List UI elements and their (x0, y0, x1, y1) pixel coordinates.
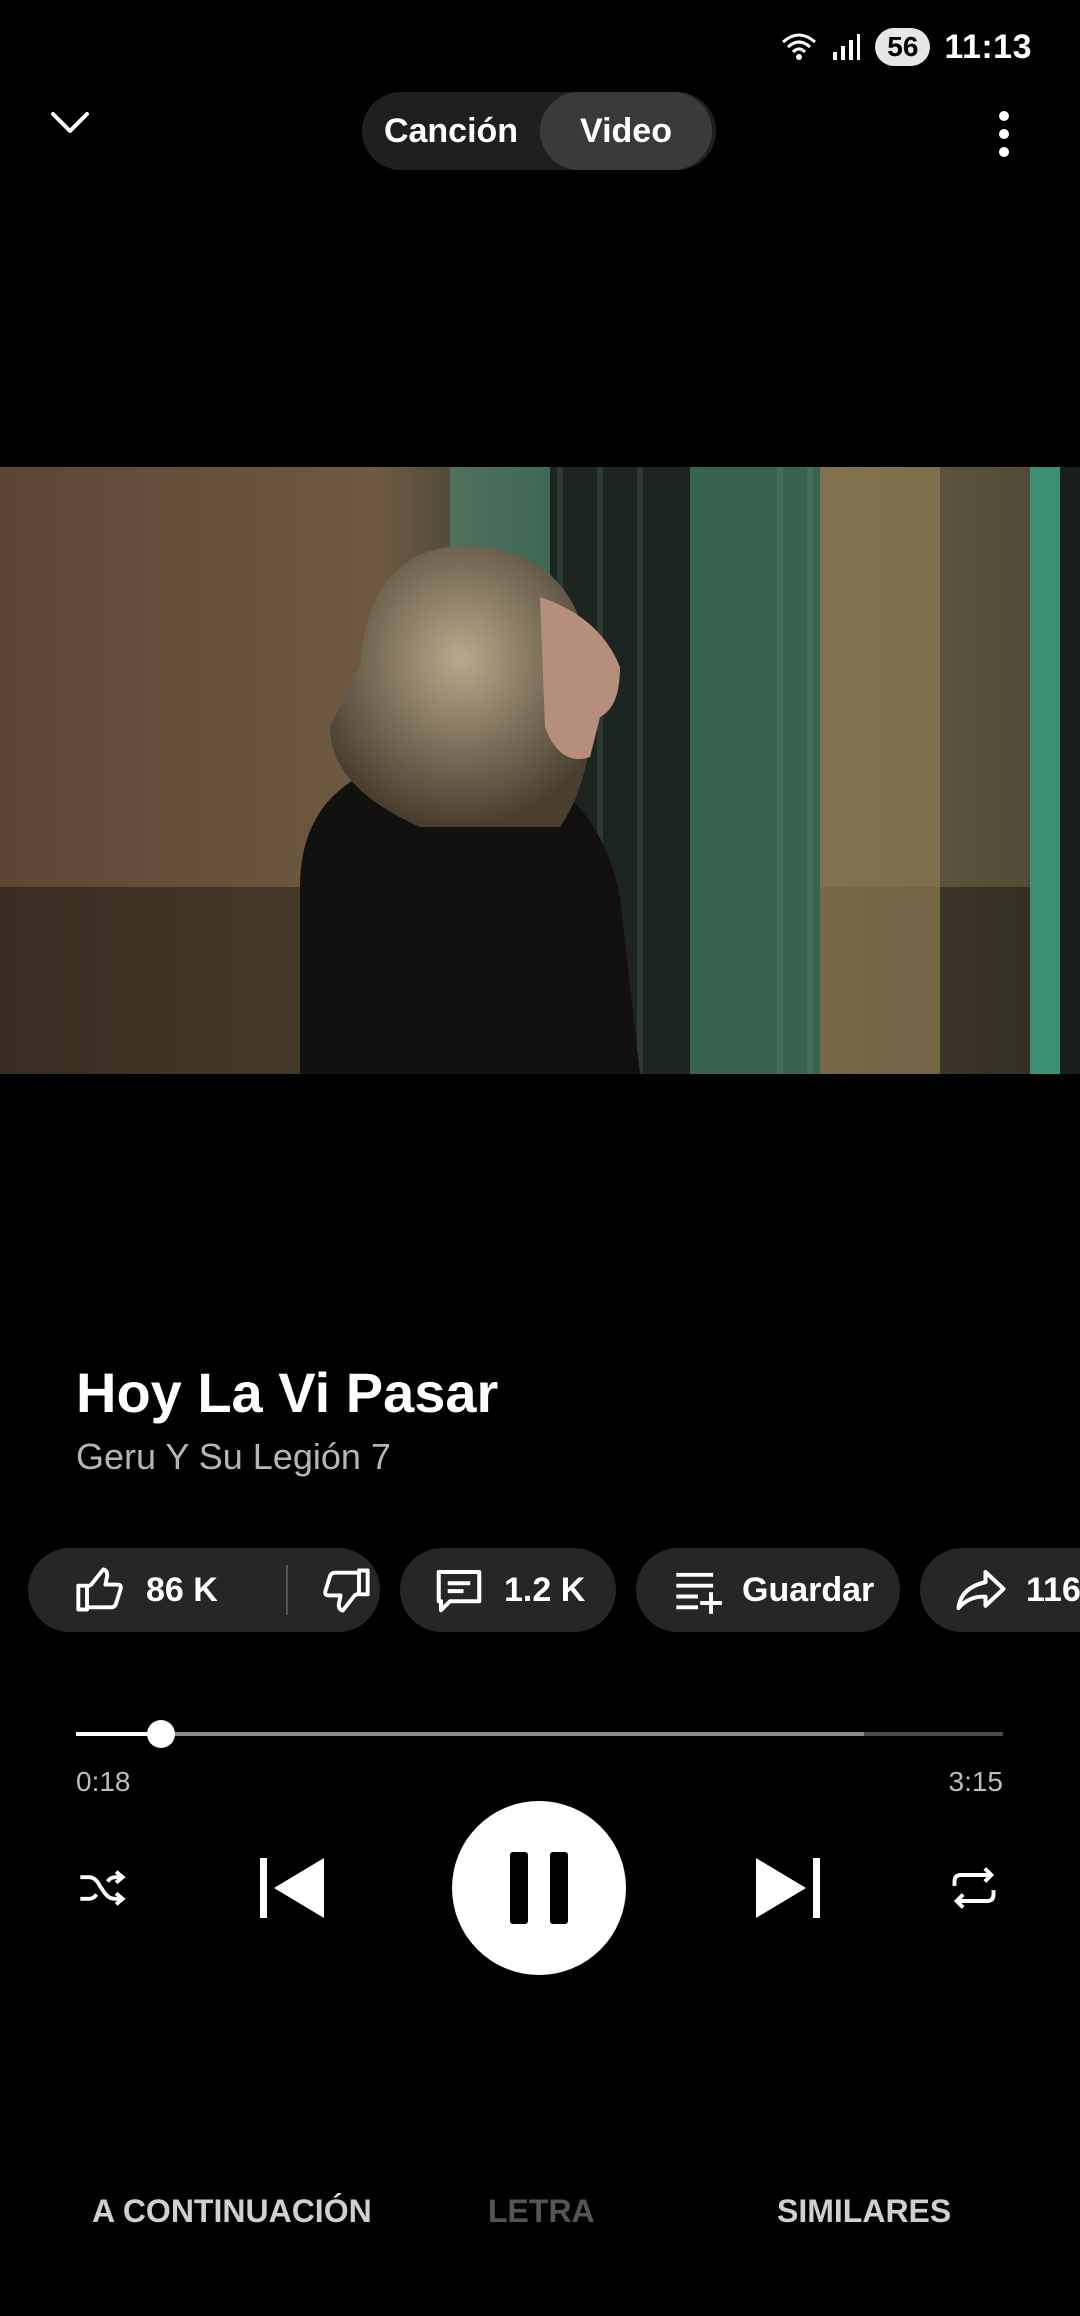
total-time: 3:15 (948, 1766, 1004, 1797)
current-time: 0:18 (76, 1766, 131, 1797)
shares-count: 116 (1026, 1570, 1080, 1609)
video-frame (0, 467, 1080, 1074)
previous-icon (260, 1858, 324, 1918)
more-options-button[interactable] (990, 108, 1018, 160)
likes-count: 86 K (146, 1570, 218, 1609)
pause-button[interactable] (452, 1801, 626, 1975)
comments-button[interactable]: 1.2 K (400, 1548, 616, 1632)
dislike-button[interactable] (288, 1564, 372, 1616)
previous-button[interactable] (258, 1856, 328, 1920)
wifi-icon (782, 33, 817, 60)
track-artist[interactable]: Geru Y Su Legión 7 (76, 1436, 391, 1478)
seek-thumb[interactable] (147, 1720, 176, 1748)
collapse-button[interactable] (50, 110, 110, 160)
buffer-bar (76, 1732, 864, 1736)
video-player[interactable] (0, 467, 1080, 1074)
song-video-toggle: Canción Video (362, 92, 716, 170)
clock: 11:13 (944, 27, 1032, 66)
status-bar: 56 11:13 (781, 22, 1032, 72)
next-icon (756, 1858, 820, 1918)
like-button[interactable]: 86 K (28, 1564, 286, 1616)
like-dislike-chip: 86 K (28, 1548, 380, 1632)
shuffle-button[interactable] (74, 1862, 134, 1914)
save-label: Guardar (742, 1570, 875, 1609)
toggle-video[interactable]: Video (540, 92, 712, 170)
share-button[interactable]: 116 (920, 1548, 1080, 1632)
track-title: Hoy La Vi Pasar (76, 1361, 499, 1424)
thumb-up-icon (76, 1567, 123, 1612)
repeat-button[interactable] (946, 1862, 1002, 1914)
playlist-add-icon (676, 1572, 722, 1614)
more-vert-icon (999, 111, 1009, 157)
shuffle-icon (80, 1870, 126, 1906)
comment-icon (436, 1569, 482, 1613)
share-icon (956, 1569, 1006, 1611)
save-button[interactable]: Guardar (636, 1548, 900, 1632)
next-button[interactable] (752, 1856, 822, 1920)
signal-icon (833, 34, 861, 60)
repeat-icon (952, 1867, 996, 1909)
toggle-song[interactable]: Canción (362, 92, 540, 170)
chevron-down-icon (51, 112, 89, 133)
tab-up-next[interactable]: A CONTINUACIÓN (92, 2193, 372, 2230)
battery-badge: 56 (875, 28, 931, 66)
pause-icon (510, 1852, 568, 1924)
comments-count: 1.2 K (504, 1570, 586, 1609)
tab-lyrics[interactable]: LETRA (488, 2193, 595, 2230)
thumb-down-icon (323, 1568, 370, 1613)
tab-related[interactable]: SIMILARES (777, 2193, 951, 2230)
